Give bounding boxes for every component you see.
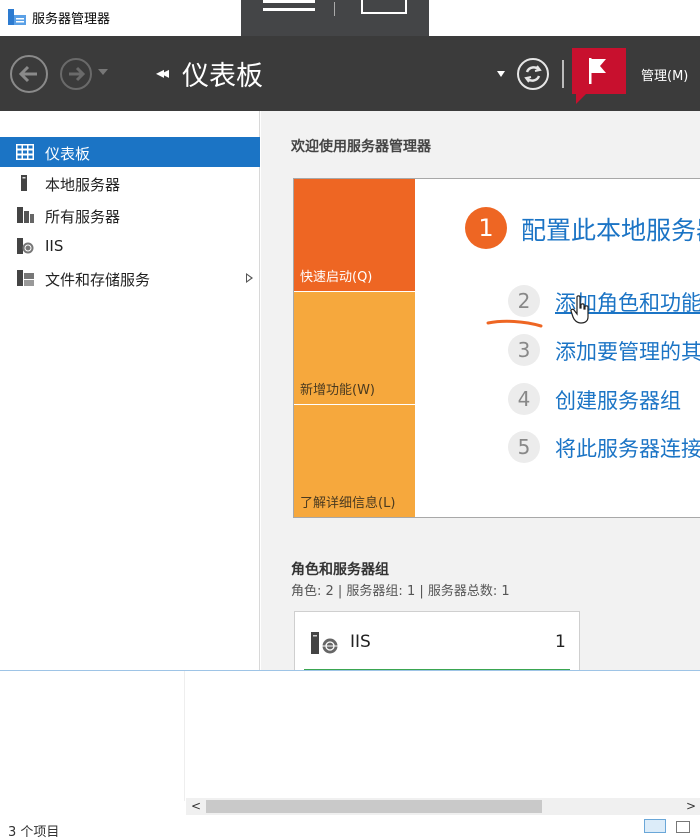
notifications-flag-button[interactable] [572, 48, 626, 104]
item-count-status: 3 个项目 [8, 825, 60, 840]
welcome-heading: 欢迎使用服务器管理器 [291, 139, 431, 155]
step-configure-local-server-link[interactable]: 配置此本地服务器 [521, 211, 700, 247]
sidebar-item-dashboard[interactable]: 仪表板 [0, 137, 260, 167]
roles-section-title: 角色和服务器组 [291, 562, 389, 578]
app-title: 服务器管理器 [32, 12, 111, 27]
back-button[interactable] [10, 55, 48, 93]
sidebar-item-label: 所有服务器 [45, 208, 121, 226]
scroll-left-icon[interactable]: < [191, 799, 201, 813]
step-number-1: 1 [465, 207, 507, 249]
flag-icon [589, 58, 606, 84]
explorer-overlay: < > 3 个项目 [0, 670, 700, 840]
forward-button[interactable] [60, 58, 92, 90]
tile-label: 了解详细信息(L) [300, 496, 396, 511]
scrollbar-thumb[interactable] [206, 800, 542, 813]
dashboard-main: 欢迎使用服务器管理器 快速启动(Q) 新增功能(W) 了解详细信息(L) 1 配… [261, 111, 700, 670]
scroll-right-icon[interactable]: > [686, 799, 696, 813]
tile-label: 新增功能(W) [300, 383, 375, 398]
refresh-icon [524, 65, 542, 83]
history-dropdown-icon[interactable] [98, 69, 108, 75]
refresh-button[interactable] [517, 58, 549, 90]
step-create-server-group-link[interactable]: 创建服务器组 [555, 385, 681, 415]
window-titlebar: 服务器管理器 [0, 0, 700, 36]
tile-label: 快速启动(Q) [300, 270, 373, 285]
flag-callout-tail [576, 94, 586, 104]
sidebar-item-file-storage[interactable]: 文件和存储服务 [0, 263, 260, 293]
arrow-left-icon [18, 65, 37, 83]
pane-divider [184, 671, 185, 801]
page-title: 仪表板 [182, 61, 263, 92]
taskbar-divider [334, 2, 335, 16]
hand-cursor-icon [570, 295, 589, 324]
iis-globe-icon [17, 238, 34, 254]
sidebar-item-all-servers[interactable]: 所有服务器 [0, 200, 260, 230]
dashboard-grid-icon [16, 144, 34, 160]
servers-icon [17, 207, 34, 223]
large-icons-view-icon[interactable] [676, 821, 690, 833]
server-manager-app-icon [8, 9, 26, 25]
manage-menu[interactable]: 管理(M) [641, 65, 688, 84]
role-card-count: 1 [555, 632, 566, 652]
welcome-tile-panel: 快速启动(Q) 新增功能(W) 了解详细信息(L) 1 配置此本地服务器 2 添… [293, 178, 700, 518]
horizontal-scrollbar[interactable]: < > [186, 798, 700, 815]
annotation-stroke [486, 319, 543, 328]
sidebar-item-local-server[interactable]: 本地服务器 [0, 168, 260, 198]
role-card-name: IIS [350, 632, 371, 652]
roles-summary: 角色: 2 | 服务器组: 1 | 服务器总数: 1 [291, 584, 510, 599]
step-number-2: 2 [508, 285, 540, 317]
server-icon [21, 175, 27, 191]
sidebar-item-label: IIS [45, 237, 64, 255]
header-dropdown-icon[interactable] [497, 71, 505, 77]
quick-start-tile[interactable]: 快速启动(Q) [294, 179, 415, 291]
iis-role-card[interactable]: IIS 1 [294, 611, 580, 670]
window-icon[interactable] [361, 0, 407, 14]
step-number-4: 4 [508, 383, 540, 415]
dashboard-header: ◂◂ 仪表板 管理(M) [0, 36, 700, 111]
whats-new-tile[interactable]: 新增功能(W) [294, 292, 415, 404]
storage-icon [17, 270, 34, 286]
sidebar-item-label: 仪表板 [45, 145, 91, 163]
step-add-servers-link[interactable]: 添加要管理的其他服务器 [555, 336, 700, 366]
sidebar-item-iis[interactable]: IIS [0, 231, 260, 261]
expand-arrow-icon[interactable] [246, 273, 253, 283]
step-connect-cloud-link[interactable]: 将此服务器连接到云服务 [555, 433, 700, 463]
step-number-3: 3 [508, 334, 540, 366]
sidebar-item-label: 文件和存储服务 [45, 271, 151, 289]
double-chevron-icon: ◂◂ [156, 63, 169, 82]
sidebar-item-label: 本地服务器 [45, 176, 121, 194]
step-number-5: 5 [508, 431, 540, 463]
details-view-icon[interactable] [644, 819, 666, 833]
menu-lines-icon[interactable] [263, 0, 315, 14]
learn-more-tile[interactable]: 了解详细信息(L) [294, 405, 415, 517]
arrow-right-icon [69, 66, 86, 82]
iis-globe-icon [311, 632, 338, 654]
sidebar: 仪表板 本地服务器 所有服务器 IIS 文件和存储服务 [0, 111, 260, 670]
taskbar-overlay [241, 0, 429, 36]
header-divider [562, 60, 564, 88]
